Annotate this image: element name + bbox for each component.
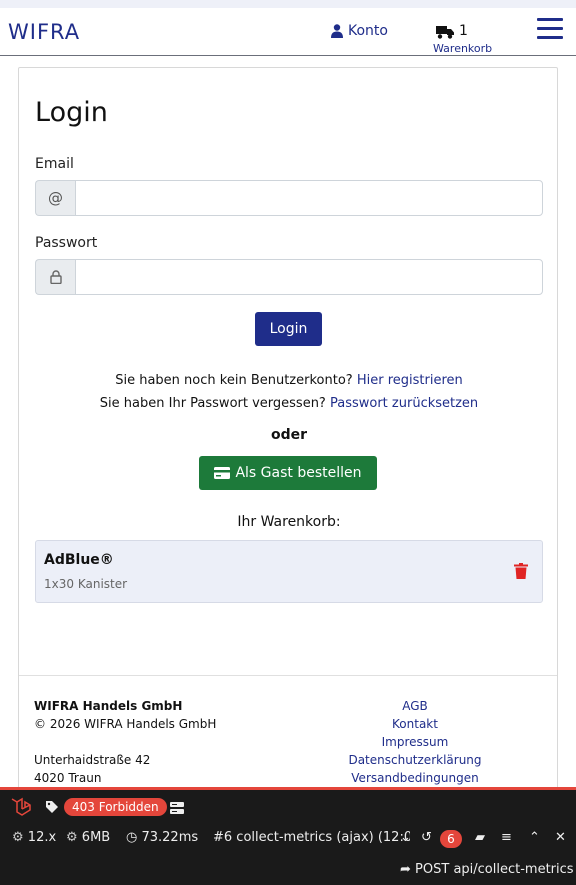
debug-bar: 403 Forbidden ⚙ 12.x ⚙ 6MB ◷ 73.22ms #6 … — [0, 787, 576, 885]
footer-links: AGB Kontakt Impressum Datenschutzerkläru… — [315, 697, 515, 787]
request-duration: 73.22ms — [141, 830, 199, 845]
settings-sliders-icon[interactable]: ≡ — [501, 830, 512, 845]
guest-order-button[interactable]: Als Gast bestellen — [199, 456, 377, 490]
time-item[interactable]: ◷ 73.22ms — [126, 830, 198, 845]
laravel-version-item[interactable]: ⚙ 12.x — [12, 830, 56, 845]
footer-company: WIFRA Handels GmbH — [34, 699, 183, 713]
debug-bar-stats: ⚙ 12.x ⚙ 6MB ◷ 73.22ms #6 collect-metric… — [0, 827, 576, 849]
folder-open-icon[interactable]: ▰ — [475, 830, 485, 845]
cart-item-name: AdBlue® — [44, 552, 114, 568]
reset-prefix: Sie haben Ihr Passwort vergessen? — [99, 396, 326, 411]
footer-address: WIFRA Handels GmbH © 2026 WIFRA Handels … — [34, 697, 216, 787]
cart-count: 1 — [459, 23, 468, 39]
laravel-small-icon: ⚙ — [12, 830, 24, 845]
email-input-group: @ — [35, 180, 543, 216]
footer-copyright: © 2026 WIFRA Handels GmbH — [34, 717, 217, 731]
cart-label: Warenkorb — [433, 42, 493, 55]
history-count-badge[interactable]: 6 — [440, 830, 462, 848]
or-divider-label: oder — [270, 427, 308, 443]
chevron-down-icon[interactable]: ⌄ — [400, 830, 411, 845]
request-select-value: #6 collect-metrics (ajax) (12:0 — [213, 830, 410, 845]
cart-item-quantity: 1x30 Kanister — [44, 577, 128, 591]
register-prefix: Sie haben noch kein Benutzerkonto? — [115, 373, 353, 388]
email-label: Email — [35, 156, 74, 172]
reset-hint: Sie haben Ihr Passwort vergessen? Passwo… — [19, 396, 559, 411]
status-badge[interactable]: 403 Forbidden — [64, 798, 167, 816]
email-field[interactable] — [75, 180, 543, 216]
cart-item: AdBlue® 1x30 Kanister — [35, 540, 543, 603]
footer-link-impressum[interactable]: Impressum — [315, 733, 515, 751]
footer-link-versand[interactable]: Versandbedingungen — [315, 769, 515, 787]
password-input-group — [35, 259, 543, 295]
request-line-text: POST api/collect-metrics — [415, 862, 574, 877]
debug-bar-tabs: 403 Forbidden — [0, 796, 576, 818]
register-link[interactable]: registrieren — [388, 373, 463, 388]
lock-icon — [35, 259, 75, 295]
credit-card-icon — [214, 467, 231, 479]
reset-password-link[interactable]: Passwort — [330, 396, 388, 411]
cart-section-title: Ihr Warenkorb: — [237, 514, 341, 530]
footer-link-agb[interactable]: AGB — [315, 697, 515, 715]
site-header: WIFRA Konto 1 Warenkorb — [0, 8, 576, 56]
register-here-link[interactable]: Hier — [357, 373, 384, 388]
at-icon: @ — [35, 180, 75, 216]
password-field[interactable] — [75, 259, 543, 295]
request-line[interactable]: ➦ POST api/collect-metrics — [400, 862, 574, 877]
top-strip — [0, 0, 576, 8]
debug-bar-request: ➦ POST api/collect-metrics — [0, 860, 576, 880]
trash-icon[interactable] — [514, 563, 528, 579]
page-title: Login — [35, 97, 108, 128]
footer-city: 4020 Traun — [34, 771, 102, 785]
truck-icon — [436, 26, 454, 39]
laravel-logo-icon[interactable] — [10, 797, 32, 817]
reset-link[interactable]: zurücksetzen — [392, 396, 478, 411]
register-hint: Sie haben noch kein Benutzerkonto? Hier … — [19, 373, 559, 388]
close-icon[interactable]: ✕ — [555, 830, 566, 845]
footer-street: Unterhaidstraße 42 — [34, 753, 151, 767]
memory-usage: 6MB — [81, 830, 111, 845]
hamburger-menu-icon[interactable] — [537, 18, 563, 44]
card-divider — [19, 675, 557, 676]
login-card: Login Email @ Passwort Login Sie haben n… — [18, 67, 558, 807]
footer-link-kontakt[interactable]: Kontakt — [315, 715, 515, 733]
brand-logo[interactable]: WIFRA — [8, 20, 80, 44]
chevron-up-icon[interactable]: ⌃ — [529, 830, 540, 845]
database-icon[interactable] — [170, 802, 184, 814]
share-icon: ➦ — [400, 862, 411, 877]
laravel-version: 12.x — [27, 830, 57, 845]
account-link[interactable]: Konto — [331, 23, 388, 39]
cart-link[interactable]: 1 Warenkorb — [433, 22, 513, 56]
login-button[interactable]: Login — [255, 312, 322, 346]
clock-icon: ◷ — [126, 830, 138, 845]
tag-icon[interactable] — [45, 800, 59, 814]
request-select[interactable]: #6 collect-metrics (ajax) (12:0 — [213, 830, 410, 845]
history-icon[interactable]: ↺ — [421, 830, 432, 845]
footer-link-datenschutz[interactable]: Datenschutzerklärung — [315, 751, 515, 769]
user-icon — [331, 24, 343, 38]
password-label: Passwort — [35, 235, 98, 251]
cogs-icon: ⚙ — [66, 830, 78, 845]
account-label: Konto — [348, 23, 388, 39]
guest-order-label: Als Gast bestellen — [235, 465, 362, 481]
memory-item[interactable]: ⚙ 6MB — [66, 830, 110, 845]
